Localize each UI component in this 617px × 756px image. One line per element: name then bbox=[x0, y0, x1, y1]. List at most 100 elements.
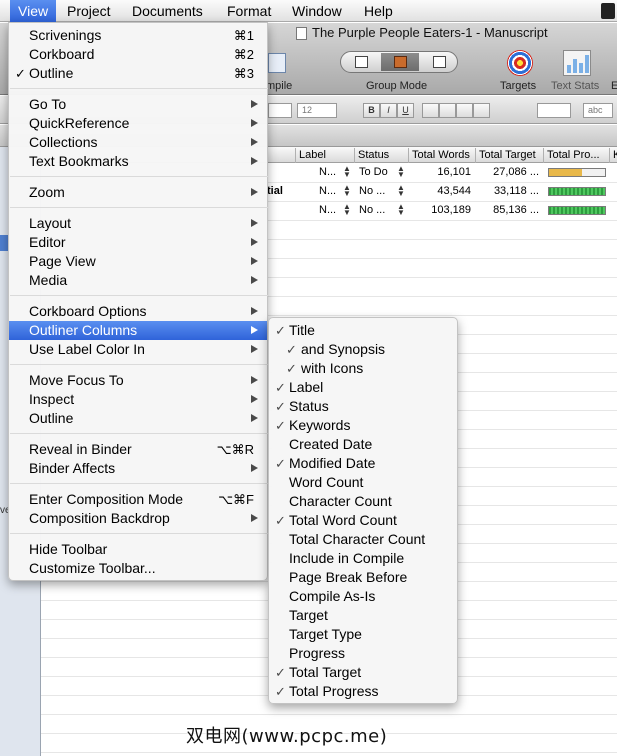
status-stepper-icon[interactable]: ▲ ▼ bbox=[397, 203, 405, 217]
highlight-color-well[interactable] bbox=[537, 103, 571, 118]
row-label[interactable]: N... bbox=[319, 166, 336, 178]
column-option-label[interactable]: ✓ Label bbox=[269, 378, 457, 397]
column-header-status[interactable]: Status bbox=[354, 148, 408, 163]
targets-icon[interactable] bbox=[507, 50, 533, 76]
menu-item-label: Page View bbox=[29, 253, 96, 269]
view-menu-scrivenings[interactable]: Scrivenings ⌘1 bbox=[9, 26, 267, 45]
status-stepper-icon[interactable]: ▲ ▼ bbox=[397, 184, 405, 198]
row-title-tail[interactable]: tial bbox=[267, 185, 283, 197]
view-menu-inspect[interactable]: Inspect bbox=[9, 390, 267, 409]
column-option-with-icons[interactable]: ✓ with Icons bbox=[269, 359, 457, 378]
view-menu-go-to[interactable]: Go To bbox=[9, 95, 267, 114]
column-option-keywords[interactable]: ✓ Keywords bbox=[269, 416, 457, 435]
row-status[interactable]: No ... bbox=[359, 204, 385, 216]
column-header-label[interactable]: Label bbox=[295, 148, 354, 163]
view-menu-move-focus-to[interactable]: Move Focus To bbox=[9, 371, 267, 390]
view-menu-binder-affects[interactable]: Binder Affects bbox=[9, 459, 267, 478]
column-option-total-progress[interactable]: ✓ Total Progress bbox=[269, 682, 457, 701]
view-menu-composition-backdrop[interactable]: Composition Backdrop bbox=[9, 509, 267, 528]
status-stepper-icon[interactable]: ▲ ▼ bbox=[397, 165, 405, 179]
compile-label[interactable]: mpile bbox=[266, 80, 292, 92]
targets-label[interactable]: Targets bbox=[500, 80, 536, 92]
column-option-character-count[interactable]: Character Count bbox=[269, 492, 457, 511]
column-option-target[interactable]: Target bbox=[269, 606, 457, 625]
column-option-page-break-before[interactable]: Page Break Before bbox=[269, 568, 457, 587]
view-menu-customize-toolbar[interactable]: Customize Toolbar... bbox=[9, 559, 267, 578]
scrivenings-icon bbox=[355, 56, 368, 68]
align-right-button[interactable] bbox=[456, 103, 473, 118]
menu-view[interactable]: View bbox=[10, 0, 57, 22]
view-menu-quickreference[interactable]: QuickReference bbox=[9, 114, 267, 133]
column-option-and-synopsis[interactable]: ✓ and Synopsis bbox=[269, 340, 457, 359]
view-menu-collections[interactable]: Collections bbox=[9, 133, 267, 152]
label-stepper-icon[interactable]: ▲ ▼ bbox=[343, 165, 351, 179]
align-center-button[interactable] bbox=[439, 103, 456, 118]
menu-item-label: Word Count bbox=[289, 474, 364, 490]
menu-project[interactable]: Project bbox=[59, 0, 119, 22]
group-mode-corkboard[interactable] bbox=[381, 53, 419, 71]
view-menu-text-bookmarks[interactable]: Text Bookmarks bbox=[9, 152, 267, 171]
column-option-word-count[interactable]: Word Count bbox=[269, 473, 457, 492]
column-option-title[interactable]: ✓ Title bbox=[269, 321, 457, 340]
align-justify-button[interactable] bbox=[473, 103, 490, 118]
status-menu-icon[interactable] bbox=[601, 3, 615, 19]
column-option-compile-as-is[interactable]: Compile As-Is bbox=[269, 587, 457, 606]
align-left-button[interactable] bbox=[422, 103, 439, 118]
submenu-arrow-icon bbox=[251, 257, 258, 265]
view-menu-layout[interactable]: Layout bbox=[9, 214, 267, 233]
compile-icon[interactable] bbox=[268, 53, 286, 73]
column-option-modified-date[interactable]: ✓ Modified Date bbox=[269, 454, 457, 473]
menu-item-label: Layout bbox=[29, 215, 72, 231]
column-option-total-target[interactable]: ✓ Total Target bbox=[269, 663, 457, 682]
column-option-total-word-count[interactable]: ✓ Total Word Count bbox=[269, 511, 457, 530]
column-header-keywords[interactable]: K bbox=[609, 148, 617, 163]
view-menu-reveal-in-binder[interactable]: Reveal in Binder ⌥⌘R bbox=[9, 440, 267, 459]
font-family-field[interactable] bbox=[268, 103, 292, 118]
view-menu-outline[interactable]: ✓ Outline ⌘3 bbox=[9, 64, 267, 83]
text-stats-label[interactable]: Text Stats bbox=[551, 80, 599, 92]
label-stepper-icon[interactable]: ▲ ▼ bbox=[343, 184, 351, 198]
column-option-created-date[interactable]: Created Date bbox=[269, 435, 457, 454]
style-picker[interactable]: abc bbox=[583, 103, 613, 118]
menu-help[interactable]: Help bbox=[356, 0, 401, 22]
column-header-total-progress[interactable]: Total Pro... bbox=[543, 148, 609, 163]
view-menu-hide-toolbar[interactable]: Hide Toolbar bbox=[9, 540, 267, 559]
column-option-status[interactable]: ✓ Status bbox=[269, 397, 457, 416]
column-option-progress[interactable]: Progress bbox=[269, 644, 457, 663]
group-mode-scrivenings[interactable] bbox=[342, 53, 380, 71]
view-menu-use-label-color-in[interactable]: Use Label Color In bbox=[9, 340, 267, 359]
underline-button[interactable]: U bbox=[397, 103, 414, 118]
bold-button[interactable]: B bbox=[363, 103, 380, 118]
view-menu-page-view[interactable]: Page View bbox=[9, 252, 267, 271]
font-size-field[interactable]: 12 bbox=[297, 103, 337, 118]
view-menu-zoom[interactable]: Zoom bbox=[9, 183, 267, 202]
menu-format[interactable]: Format bbox=[219, 0, 279, 22]
view-menu-editor[interactable]: Editor bbox=[9, 233, 267, 252]
label-stepper-icon[interactable]: ▲ ▼ bbox=[343, 203, 351, 217]
row-status[interactable]: No ... bbox=[359, 185, 385, 197]
toolbar-edge-label[interactable]: E bbox=[611, 80, 617, 92]
menu-separator bbox=[10, 364, 268, 365]
view-menu-outliner-columns[interactable]: Outliner Columns bbox=[9, 321, 267, 340]
column-header-total-target[interactable]: Total Target bbox=[475, 148, 543, 163]
group-mode-outline[interactable] bbox=[420, 53, 458, 71]
menu-documents[interactable]: Documents bbox=[124, 0, 211, 22]
checkmark-icon: ✓ bbox=[275, 418, 286, 433]
group-mode-control[interactable] bbox=[340, 51, 458, 73]
text-stats-icon[interactable] bbox=[563, 50, 591, 76]
view-menu-corkboard-options[interactable]: Corkboard Options bbox=[9, 302, 267, 321]
column-option-total-character-count[interactable]: Total Character Count bbox=[269, 530, 457, 549]
view-menu-outline[interactable]: Outline bbox=[9, 409, 267, 428]
view-menu-media[interactable]: Media bbox=[9, 271, 267, 290]
menu-item-shortcut: ⌘1 bbox=[233, 28, 254, 43]
view-menu-corkboard[interactable]: Corkboard ⌘2 bbox=[9, 45, 267, 64]
view-menu-enter-composition-mode[interactable]: Enter Composition Mode ⌥⌘F bbox=[9, 490, 267, 509]
column-option-include-in-compile[interactable]: Include in Compile bbox=[269, 549, 457, 568]
row-label[interactable]: N... bbox=[319, 204, 336, 216]
row-status[interactable]: To Do bbox=[359, 166, 388, 178]
column-option-target-type[interactable]: Target Type bbox=[269, 625, 457, 644]
row-label[interactable]: N... bbox=[319, 185, 336, 197]
menu-window[interactable]: Window bbox=[284, 0, 350, 22]
column-header-total-words[interactable]: Total Words bbox=[408, 148, 475, 163]
italic-button[interactable]: I bbox=[380, 103, 397, 118]
